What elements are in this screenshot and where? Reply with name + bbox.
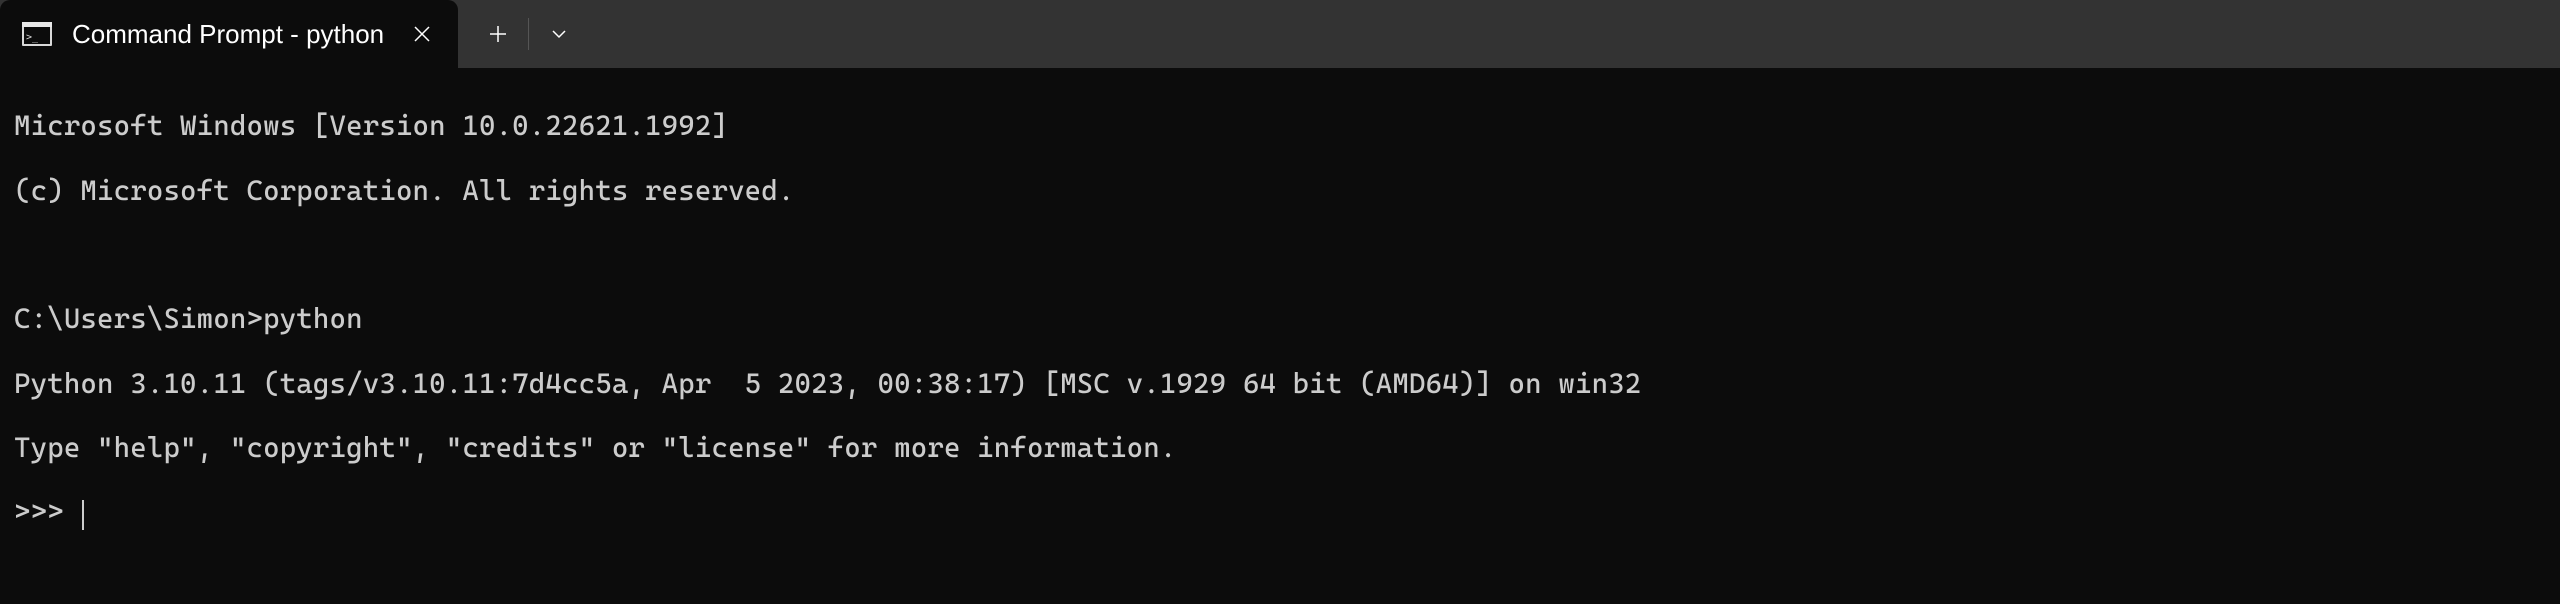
tab-title: Command Prompt - python <box>72 19 384 50</box>
window-titlebar: >_ Command Prompt - python <box>0 0 2560 68</box>
terminal-line: C:\Users\Simon>python <box>14 303 2546 335</box>
terminal-line: Python 3.10.11 (tags/v3.10.11:7d4cc5a, A… <box>14 368 2546 400</box>
chevron-down-icon <box>549 24 569 44</box>
tab-dropdown-button[interactable] <box>531 6 587 62</box>
close-icon <box>413 25 431 43</box>
titlebar-actions <box>458 0 587 68</box>
terminal-line: Microsoft Windows [Version 10.0.22621.19… <box>14 110 2546 142</box>
titlebar-divider <box>528 18 529 50</box>
terminal-line: Type "help", "copyright", "credits" or "… <box>14 432 2546 464</box>
new-tab-button[interactable] <box>470 6 526 62</box>
cmd-icon: >_ <box>22 22 52 46</box>
terminal-prompt-line: >>> <box>14 496 2546 528</box>
svg-text:>_: >_ <box>26 32 39 43</box>
active-tab[interactable]: >_ Command Prompt - python <box>0 0 458 68</box>
text-cursor <box>82 500 84 530</box>
python-prompt: >>> <box>14 495 80 528</box>
terminal-line <box>14 239 2546 271</box>
terminal-output[interactable]: Microsoft Windows [Version 10.0.22621.19… <box>0 68 2560 571</box>
tab-close-button[interactable] <box>404 16 440 52</box>
terminal-line: (c) Microsoft Corporation. All rights re… <box>14 175 2546 207</box>
plus-icon <box>488 24 508 44</box>
